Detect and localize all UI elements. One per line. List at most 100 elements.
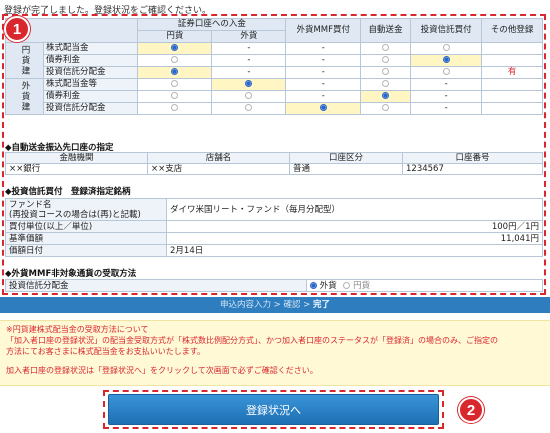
remit-head-branch: 店舗名 — [147, 152, 290, 164]
matrix-cell-foreign: - — [211, 54, 287, 67]
matrix-cell-foreign — [211, 78, 287, 91]
radio-trust[interactable] — [442, 44, 450, 51]
radio-yen[interactable] — [171, 104, 179, 111]
remit-branch: ××支店 — [147, 163, 290, 175]
matrix-row: 投資信託分配金 - - 有 — [6, 66, 543, 79]
radio-trust[interactable] — [442, 68, 450, 75]
unit-label: 買付単位(以上／単位) — [5, 220, 167, 233]
step-badge-2: 2 — [458, 397, 484, 423]
mmf-radio-yen[interactable] — [343, 281, 351, 289]
radio-auto[interactable] — [381, 44, 389, 51]
remit-number: 1234567 — [402, 163, 543, 175]
matrix-row: 投資信託分配金 - — [6, 102, 543, 115]
mmf-option-yen: 円貨 — [353, 280, 371, 291]
head-foreign: 外貨 — [211, 30, 287, 43]
radio-yen[interactable] — [171, 80, 179, 87]
matrix-cell-foreign: - — [211, 42, 287, 55]
base-price-value: 11,041円 — [166, 232, 543, 245]
deposit-matrix: 証券口座への入金 外貨MMF買付 自動送金 投資信託買付 その他登録 円貨 外貨… — [4, 18, 543, 115]
matrix-row-label: 株式配当金等 — [42, 78, 139, 91]
head-other: その他登録 — [481, 18, 543, 43]
matrix-row: 円貨建 株式配当金 - - — [5, 42, 543, 79]
fund-name-label: ファンド名 (再投資コースの場合は(再)と記載) — [5, 198, 167, 221]
matrix-cell-auto — [360, 66, 411, 79]
remit-head-bank: 金融機関 — [5, 152, 148, 164]
radio-yen[interactable] — [171, 92, 179, 99]
matrix-cell-trust: - — [409, 78, 483, 91]
group-foreign-label: 外貨建 — [5, 78, 44, 115]
mmf-option-foreign: 外貨 — [319, 280, 337, 291]
remit-bank: ××銀行 — [5, 163, 148, 175]
steps-current: 完了 — [313, 300, 331, 310]
radio-auto[interactable] — [381, 92, 389, 99]
matrix-cell-other — [481, 90, 543, 103]
mmf-radio-foreign[interactable] — [310, 281, 317, 289]
matrix-cell-other — [481, 78, 543, 91]
matrix-cell-mmf — [285, 102, 362, 115]
head-yen: 円貨 — [137, 30, 213, 43]
radio-auto[interactable] — [381, 56, 389, 63]
notice-box: ※円貨建株式配当金の受取方法について 「加入者口座の登録状況」の配当金受取方式が… — [0, 320, 550, 386]
matrix-row: 債券利金 - - — [6, 90, 543, 103]
radio-auto[interactable] — [381, 68, 389, 75]
matrix-cell-other: 有 — [481, 66, 543, 79]
matrix-row: 外貨建 株式配当金等 - - — [5, 78, 543, 115]
radio-mmf[interactable] — [319, 104, 327, 111]
matrix-cell-other — [481, 54, 543, 67]
matrix-cell-mmf: - — [285, 90, 362, 103]
registration-status-button[interactable]: 登録状況へ — [108, 394, 439, 425]
fund-name-value: ダイワ米国リート・ファンド（毎月分配型） — [166, 198, 543, 221]
notice-line-2: 「加入者口座の登録状況」の配当金受取方式が「株式数比例配分方式」、かつ加入者口座… — [6, 336, 498, 345]
matrix-cell-other — [481, 102, 543, 115]
matrix-row-label: 債券利金 — [42, 90, 139, 103]
matrix-cell-other — [481, 42, 543, 55]
remit-head-number: 口座番号 — [402, 152, 543, 164]
radio-auto[interactable] — [381, 80, 389, 87]
mmf-label: 投資信託分配金 — [5, 279, 307, 292]
matrix-cell-auto — [360, 78, 411, 91]
mmf-title: ◆外貨MMF非対象通貨の受取方法 — [5, 269, 137, 279]
matrix-cell-auto — [360, 90, 411, 103]
fund-name-label-line1: ファンド名 — [9, 199, 52, 210]
notice-line-1: ※円貨建株式配当金の受取方法について — [6, 325, 149, 334]
notice-line-3: 方法にてお客さまに株式配当金をお支払いいたします。 — [6, 347, 205, 356]
matrix-cell-yen — [137, 42, 213, 55]
matrix-cell-mmf: - — [285, 66, 362, 79]
matrix-cell-foreign: - — [211, 66, 287, 79]
matrix-cell-trust — [409, 54, 483, 67]
base-price-label: 基準価額 — [5, 232, 167, 245]
radio-yen[interactable] — [171, 44, 179, 51]
matrix-cell-yen — [137, 102, 213, 115]
notice-line-4: 加入者口座の登録状況は「登録状況へ」をクリックして次画面で必ずご確認ください。 — [6, 366, 318, 375]
matrix-row-label: 投資信託分配金 — [42, 102, 139, 115]
matrix-cell-trust: - — [409, 102, 483, 115]
auto-remit-table: 金融機関 店舗名 口座区分 口座番号 ××銀行 ××支店 普通 1234567 — [5, 152, 543, 175]
head-securities: 証券口座への入金 — [137, 18, 287, 31]
mmf-table: 投資信託分配金 外貨 円貨 — [5, 279, 543, 292]
radio-yen[interactable] — [171, 68, 179, 75]
matrix-cell-foreign — [211, 102, 287, 115]
radio-foreign[interactable] — [245, 104, 253, 111]
radio-foreign[interactable] — [245, 92, 253, 99]
radio-trust[interactable] — [442, 56, 450, 63]
matrix-cell-yen — [137, 54, 213, 67]
matrix-cell-mmf: - — [285, 54, 362, 67]
matrix-cell-auto — [360, 42, 411, 55]
unit-value: 100円／1円 — [166, 220, 543, 233]
fund-name-label-line2: (再投資コースの場合は(再)と記載) — [9, 209, 141, 220]
remit-type: 普通 — [289, 163, 403, 175]
head-mmf: 外貨MMF買付 — [285, 18, 362, 43]
remit-head-type: 口座区分 — [289, 152, 403, 164]
price-date-label: 価額日付 — [5, 244, 167, 257]
matrix-cell-mmf: - — [285, 42, 362, 55]
mmf-options: 外貨 円貨 — [306, 279, 543, 292]
matrix-row: 債券利金 - - — [6, 54, 543, 67]
matrix-row-label: 債券利金 — [42, 54, 139, 67]
matrix-cell-yen — [137, 90, 213, 103]
head-auto: 自動送金 — [360, 18, 411, 43]
group-yen-label: 円貨建 — [5, 42, 44, 79]
radio-auto[interactable] — [381, 104, 389, 111]
radio-yen[interactable] — [171, 56, 179, 63]
radio-foreign[interactable] — [245, 80, 253, 87]
matrix-row-label: 株式配当金 — [42, 42, 139, 55]
